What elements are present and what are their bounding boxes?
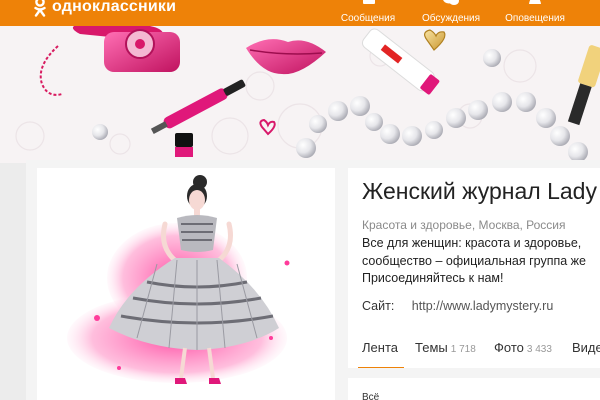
ok-logo-icon: [34, 0, 46, 17]
tab-topics[interactable]: Темы 1 718: [415, 340, 476, 355]
tab-videos-label: Виде: [572, 340, 600, 355]
tab-topics-count: 1 718: [450, 344, 476, 355]
notifications-icon: [529, 0, 541, 4]
tab-videos[interactable]: Виде: [572, 340, 600, 355]
feed-panel: Всё: [348, 378, 600, 400]
site-logo[interactable]: одноклассники: [34, 0, 176, 20]
tab-feed[interactable]: Лента: [362, 340, 398, 355]
nav-notifications[interactable]: Оповещения: [502, 0, 568, 26]
group-info-panel: Женский журнал Lady Красота и здоровье, …: [348, 168, 600, 368]
nav-discussions[interactable]: Обсуждения: [418, 0, 484, 26]
feed-filter-all[interactable]: Всё: [362, 392, 379, 400]
nav-discussions-label: Обсуждения: [421, 13, 481, 24]
tab-feed-label: Лента: [362, 340, 398, 355]
group-description: Все для женщин: красота и здоровье, сооб…: [362, 235, 600, 288]
group-cover-image: [0, 26, 600, 163]
tab-topics-label: Темы: [415, 340, 448, 355]
site-link[interactable]: http://www.ladymystery.ru: [412, 299, 553, 313]
description-line: Все для женщин: красота и здоровье,: [362, 236, 582, 250]
nav-messages[interactable]: Сообщения: [336, 0, 400, 26]
avatar-illustration: [67, 175, 290, 384]
nav-notifications-label: Оповещения: [505, 13, 565, 24]
tab-photos-label: Фото: [494, 340, 524, 355]
active-tab-indicator: [358, 367, 404, 368]
description-line: сообщество – официальная группа же: [362, 253, 586, 268]
cover-illustration: [15, 26, 600, 162]
tab-photos-count: 3 433: [526, 344, 552, 355]
description-line: Присоединяйтесь к нам!: [362, 271, 504, 285]
group-title: Женский журнал Lady: [362, 178, 597, 204]
site-row: Сайт: http://www.ladymystery.ru: [362, 299, 553, 313]
logo-text: одноклассники: [52, 0, 177, 15]
tab-photos[interactable]: Фото 3 433: [494, 340, 552, 355]
message-icon: [363, 0, 375, 4]
group-category[interactable]: Красота и здоровье, Москва, Россия: [362, 218, 566, 232]
top-bar: одноклассники Сообщения Обсуждения Опове…: [0, 0, 600, 26]
site-label: Сайт:: [362, 299, 395, 313]
nav-messages-label: Сообщения: [340, 13, 396, 24]
group-tabs: Лента Темы 1 718 Фото 3 433 Виде: [348, 330, 600, 368]
discussions-icon: [443, 0, 459, 5]
group-avatar[interactable]: [37, 168, 335, 400]
